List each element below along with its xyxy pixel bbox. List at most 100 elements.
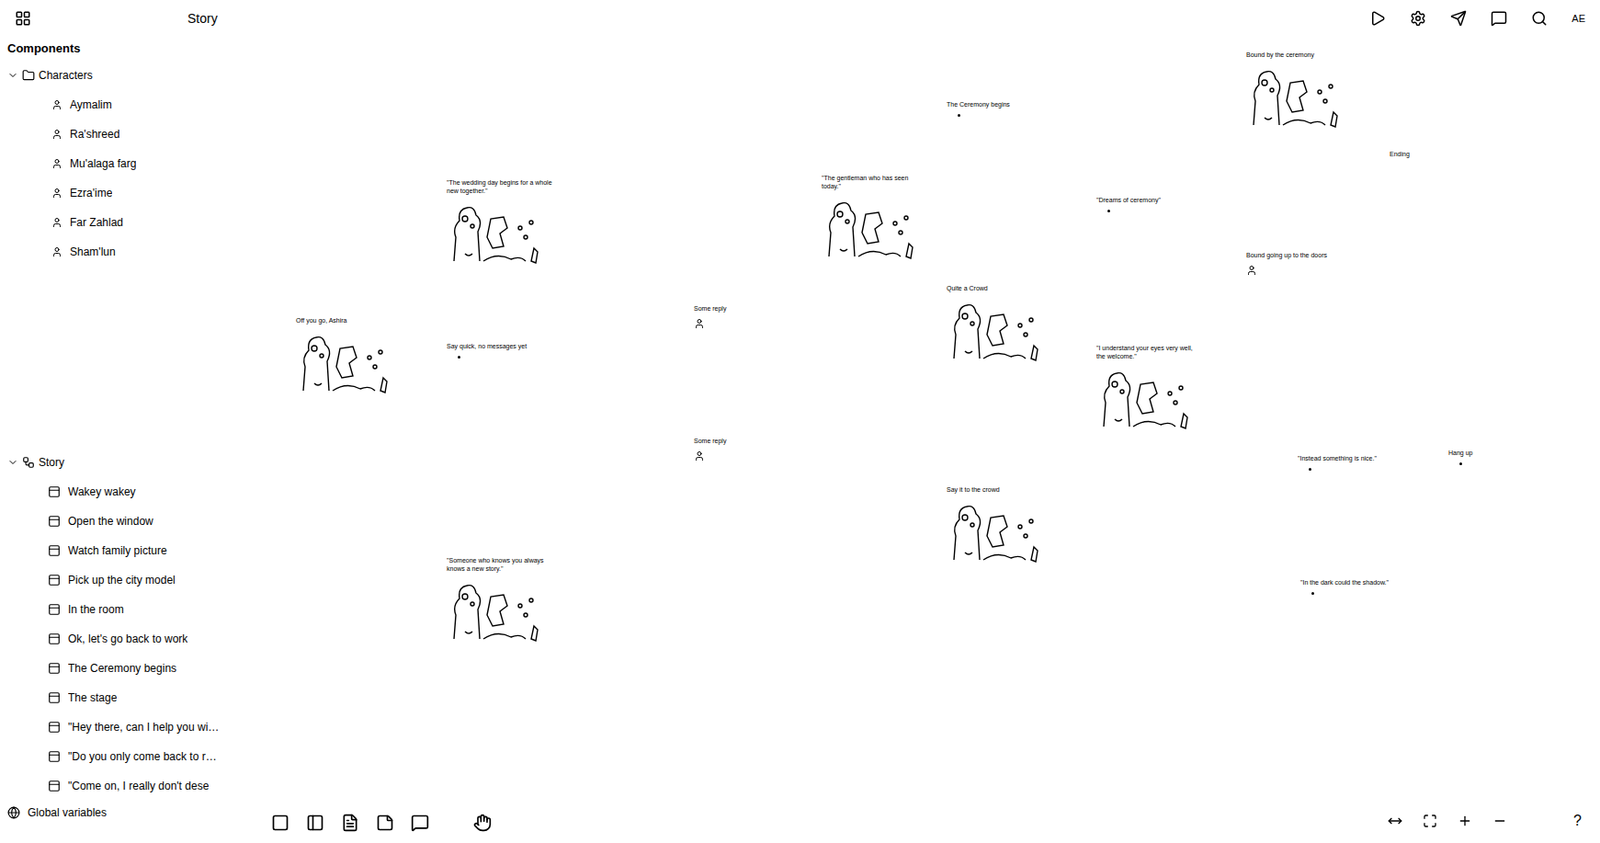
sidebar-item[interactable]: Ra'shreed [7, 119, 237, 149]
sidebar-item[interactable]: Watch family picture [7, 535, 237, 566]
story-node[interactable]: The Ceremony begins [946, 100, 1010, 117]
folder-icon [22, 68, 35, 82]
comment-tool-icon[interactable] [410, 813, 430, 832]
node-title: Hang up [1448, 448, 1473, 457]
node-title: "In the dark could the shadow." [1300, 578, 1389, 587]
board-icon [22, 455, 35, 469]
node-title: The Ceremony begins [946, 100, 1010, 109]
chevron-icon[interactable] [7, 456, 19, 468]
sidebar-item[interactable]: Mu'alaga farg [7, 148, 237, 179]
element-icon [47, 779, 61, 793]
branch-tool-icon[interactable] [306, 813, 325, 832]
note-tool-icon[interactable] [375, 813, 395, 832]
story-node[interactable]: Bound by the ceremony [1246, 50, 1343, 131]
element-icon [47, 661, 61, 675]
character-icon [51, 158, 63, 170]
node-dot [957, 113, 961, 117]
zoom-in-icon[interactable] [1457, 813, 1473, 829]
node-dot [1308, 467, 1312, 471]
node-image [946, 499, 1044, 566]
sidebar-item[interactable]: The Ceremony begins [7, 653, 237, 683]
character-icon [693, 317, 705, 330]
node-title: "Dreams of ceremony" [1096, 195, 1161, 205]
canvas[interactable]: Off you go, Ashira "The wedding day begin… [243, 36, 1600, 843]
sidebar-item[interactable]: Wakey wakey [7, 476, 237, 507]
node-image [1096, 365, 1193, 432]
story-node[interactable]: Say it to the crowd [946, 485, 1044, 566]
node-title: Say quick, no messages yet [446, 341, 527, 351]
node-image [946, 297, 1044, 364]
sidebar-item[interactable]: Open the window [7, 506, 237, 536]
node-dot [1107, 209, 1111, 213]
sidebar-item[interactable]: "Come on, I really don't dese [7, 771, 237, 801]
story-node[interactable]: Bound going up to the doors [1246, 250, 1328, 276]
sidebar-item[interactable]: Ok, let's go back to work [7, 624, 237, 654]
story-node[interactable]: "Instead something is nice." [1297, 453, 1377, 471]
search-icon[interactable] [1531, 10, 1548, 27]
sidebar-item[interactable]: Aymalim [7, 90, 237, 120]
element-icon [47, 691, 61, 704]
element-icon [47, 485, 61, 499]
comment-icon[interactable] [1490, 10, 1508, 27]
story-node[interactable]: Off you go, Ashira [295, 316, 393, 397]
character-icon [51, 128, 63, 140]
send-icon[interactable] [1450, 10, 1467, 27]
node-dot [1459, 462, 1463, 466]
node-image [295, 329, 393, 397]
zoom-controls: ? [1387, 809, 1582, 832]
node-title: Bound going up to the doors [1246, 250, 1328, 260]
fit-screen-icon[interactable] [1422, 813, 1438, 829]
story-node[interactable]: Some reply [693, 304, 727, 330]
jumper-tool-icon[interactable] [340, 813, 360, 832]
element-icon [47, 602, 61, 616]
global-variables[interactable]: Global variables [7, 800, 237, 825]
sidebar-item[interactable]: Ezra'ime [7, 178, 237, 208]
node-image [446, 578, 544, 645]
story-node[interactable]: "Someone who knows you always knows a ne… [446, 556, 553, 645]
node-dot [457, 355, 461, 359]
element-icon [47, 544, 61, 557]
sidebar-item[interactable]: In the room [7, 594, 237, 625]
fit-width-icon[interactable] [1387, 813, 1403, 829]
story-node[interactable]: Some reply [693, 436, 727, 462]
element-icon [47, 720, 61, 734]
story-node[interactable]: Say quick, no messages yet [446, 341, 527, 359]
play-icon[interactable] [1369, 10, 1386, 27]
sidebar-item[interactable]: Pick up the city model [7, 565, 237, 595]
element-tool-icon[interactable] [271, 813, 290, 832]
hand-tool-icon[interactable] [473, 813, 492, 832]
story-folder[interactable]: Story [7, 447, 237, 477]
element-icon [47, 632, 61, 646]
zoom-out-icon[interactable] [1492, 813, 1508, 829]
story-node[interactable]: "Dreams of ceremony" [1096, 195, 1161, 213]
story-node[interactable]: Quite a Crowd [946, 283, 1044, 364]
grid-icon[interactable] [14, 10, 32, 27]
story-node[interactable]: "In the dark could the shadow." [1300, 578, 1389, 595]
sidebar-item[interactable]: The stage [7, 682, 237, 713]
sidebar-item[interactable]: Far Zahlad [7, 207, 237, 238]
story-node[interactable]: Hang up [1448, 448, 1473, 466]
node-image [1246, 64, 1343, 131]
node-title: "The wedding day begins for a whole new … [446, 178, 553, 195]
avatar[interactable]: AE [1571, 11, 1586, 27]
node-title: Off you go, Ashira [295, 316, 348, 325]
character-icon [51, 99, 63, 111]
sidebar-item[interactable]: Sham'lun [7, 237, 237, 267]
story-node[interactable]: Ending [1389, 149, 1410, 159]
story-node[interactable]: "I understand your eyes very well, the w… [1096, 343, 1203, 432]
sidebar-item[interactable]: "Hey there, can I help you wi… [7, 712, 237, 742]
element-icon [47, 573, 61, 587]
story-node[interactable]: "The wedding day begins for a whole new … [446, 178, 553, 267]
canvas-toolbar [271, 813, 492, 832]
node-title: "Instead something is nice." [1297, 453, 1377, 463]
characters-folder[interactable]: Characters [7, 60, 237, 91]
chevron-icon[interactable] [7, 69, 19, 81]
element-icon [47, 749, 61, 763]
sidebar-item[interactable]: "Do you only come back to r… [7, 741, 237, 772]
help-button[interactable]: ? [1573, 809, 1582, 832]
story-node[interactable]: "The gentleman who has seen today." [821, 173, 928, 262]
node-title: Some reply [693, 304, 727, 313]
sidebar: ComponentsCharactersAymalimRa'shreedMu'a… [0, 36, 244, 843]
gear-icon[interactable] [1409, 10, 1427, 27]
node-image [446, 200, 544, 267]
